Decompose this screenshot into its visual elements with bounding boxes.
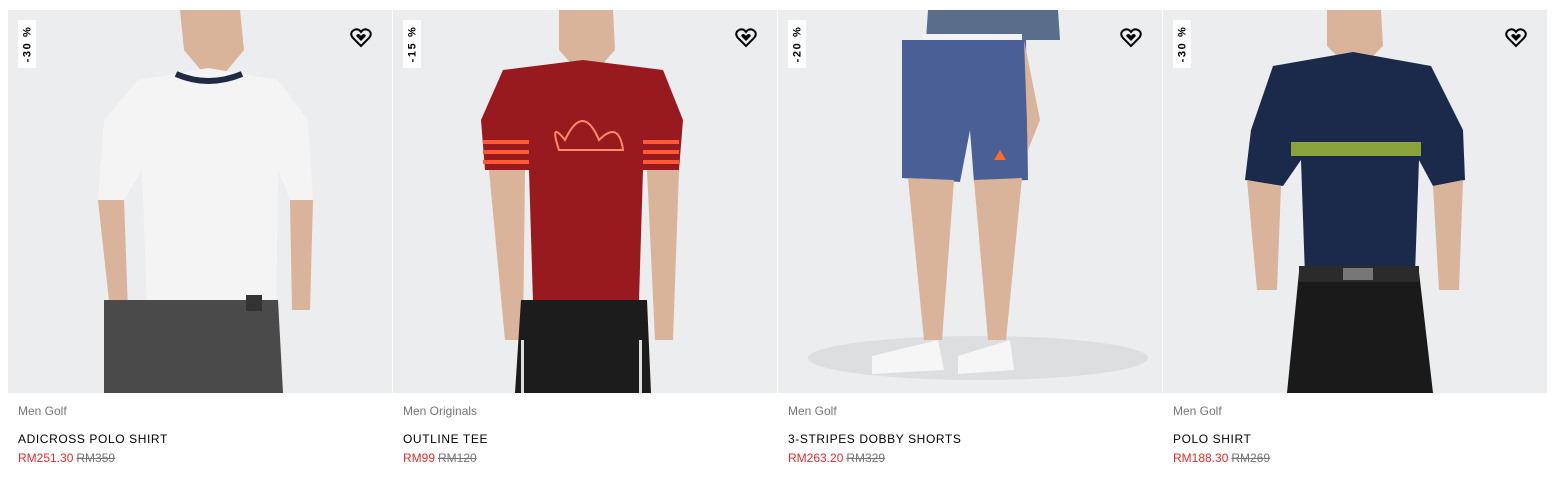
- product-name[interactable]: OUTLINE TEE: [403, 432, 767, 446]
- product-card[interactable]: -20 % Men Golf 3-STRIPES DOBBY SHORTS RM…: [778, 10, 1162, 479]
- heart-icon[interactable]: [735, 28, 757, 48]
- product-category: Men Originals: [403, 404, 478, 418]
- product-category: Men Golf: [18, 404, 67, 418]
- discount-badge: -30 %: [1173, 20, 1191, 68]
- discount-badge: -20 %: [788, 20, 806, 68]
- product-image[interactable]: -15 %: [393, 10, 777, 393]
- product-category: Men Golf: [788, 404, 837, 418]
- product-name[interactable]: POLO SHIRT: [1173, 432, 1537, 446]
- sale-price: RM188.30: [1173, 451, 1229, 465]
- product-name[interactable]: ADICROSS POLO SHIRT: [18, 432, 382, 446]
- sale-price: RM99: [403, 451, 436, 465]
- sale-price: RM263.20: [788, 451, 844, 465]
- original-price: RM359: [76, 451, 116, 465]
- product-card[interactable]: -15 % Men Originals OUTLINE TEE RM99 RM12…: [393, 10, 777, 479]
- product-grid: -30 % Men Golf ADICROSS POLO SHIRT RM251…: [8, 10, 1547, 479]
- product-photo: [98, 10, 313, 393]
- product-name[interactable]: 3-STRIPES DOBBY SHORTS: [788, 432, 1152, 446]
- sale-price: RM251.30: [18, 451, 74, 465]
- product-photo: [1245, 10, 1465, 393]
- heart-icon[interactable]: [350, 28, 372, 48]
- product-price: RM99 RM120: [403, 451, 767, 465]
- product-card[interactable]: -30 % Men Golf POLO SHIRT RM188.30 RM269: [1163, 10, 1547, 479]
- original-price: RM269: [1231, 451, 1271, 465]
- product-category: Men Golf: [1173, 404, 1222, 418]
- product-price: RM188.30 RM269: [1173, 451, 1537, 465]
- heart-icon[interactable]: [1120, 28, 1142, 48]
- discount-badge: -30 %: [18, 20, 36, 68]
- heart-icon[interactable]: [1505, 28, 1527, 48]
- product-photo: [808, 10, 1148, 380]
- discount-badge: -15 %: [403, 20, 421, 68]
- product-image[interactable]: -30 %: [1163, 10, 1547, 393]
- product-photo: [481, 10, 683, 393]
- product-image[interactable]: -30 %: [8, 10, 392, 393]
- original-price: RM120: [438, 451, 477, 465]
- original-price: RM329: [846, 451, 886, 465]
- product-image[interactable]: -20 %: [778, 10, 1162, 393]
- product-card[interactable]: -30 % Men Golf ADICROSS POLO SHIRT RM251…: [8, 10, 392, 479]
- product-price: RM251.30 RM359: [18, 451, 382, 465]
- product-price: RM263.20 RM329: [788, 451, 1152, 465]
